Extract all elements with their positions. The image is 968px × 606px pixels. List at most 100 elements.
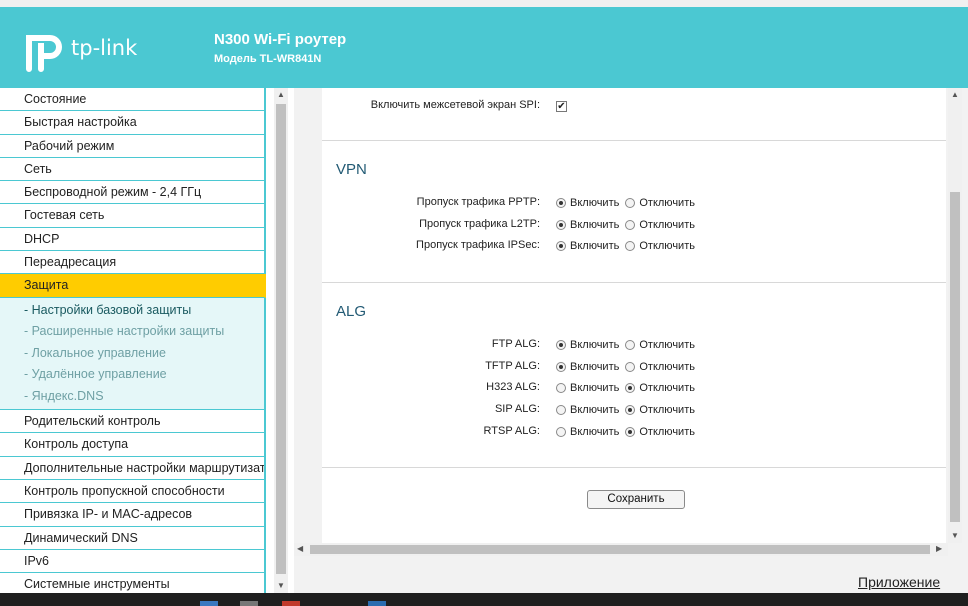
l2tp-label: Пропуск трафика L2TP: xyxy=(419,218,540,230)
sidebar-subitem-basic-security[interactable]: - Настройки базовой защиты xyxy=(0,300,264,322)
sidebar-item-ipv6[interactable]: IPv6 xyxy=(0,549,266,574)
h323-alg-disable-radio[interactable] xyxy=(625,383,636,393)
l2tp-disable-radio[interactable] xyxy=(625,220,636,230)
ftp-alg-disable-radio[interactable] xyxy=(625,340,636,350)
sidebar-item-security[interactable]: Защита xyxy=(0,274,266,298)
sip-alg-enable-label[interactable]: Включить xyxy=(570,404,619,416)
taskbar-app-icon[interactable] xyxy=(240,601,258,606)
ftp-alg-enable-radio[interactable] xyxy=(556,340,566,350)
main-frame: Включить межсетевой экран SPI: ✔ VPN Про… xyxy=(294,88,968,558)
sidebar-item-access-control[interactable]: Контроль доступа xyxy=(0,433,266,457)
model-title: N300 Wi-Fi роутер xyxy=(214,31,347,48)
sip-alg-row: SIP ALG: Включить Отключить xyxy=(322,401,946,419)
rtsp-alg-enable-radio[interactable] xyxy=(556,427,566,437)
taskbar-app-icon[interactable] xyxy=(282,601,300,606)
scroll-down-arrow-icon[interactable]: ▼ xyxy=(951,531,959,540)
h323-alg-enable-label[interactable]: Включить xyxy=(570,382,619,394)
main-horizontal-scrollbar[interactable]: ◀ ▶ xyxy=(294,543,948,556)
sidebar-item-bandwidth-control[interactable]: Контроль пропускной способности xyxy=(0,480,266,504)
save-button[interactable]: Сохранить xyxy=(587,490,685,509)
sidebar-item-network[interactable]: Сеть xyxy=(0,157,266,182)
section-divider xyxy=(322,467,946,468)
taskbar-app-icon[interactable] xyxy=(368,601,386,606)
sidebar-subitem-yandex-dns[interactable]: - Яндекс.DNS xyxy=(0,386,264,408)
sidebar-item-guest-network[interactable]: Гостевая сеть xyxy=(0,204,266,228)
rtsp-alg-label: RTSP ALG: xyxy=(483,425,540,437)
sip-alg-label: SIP ALG: xyxy=(494,403,540,415)
ftp-alg-row: FTP ALG: Включить Отключить xyxy=(322,336,946,354)
spi-firewall-row: Включить межсетевой экран SPI: ✔ xyxy=(322,97,946,115)
sip-alg-disable-label[interactable]: Отключить xyxy=(639,404,695,416)
sidebar-item-dhcp[interactable]: DHCP xyxy=(0,227,266,252)
l2tp-enable-label[interactable]: Включить xyxy=(570,219,619,231)
tftp-alg-disable-label[interactable]: Отключить xyxy=(639,361,695,373)
sidebar-scrollbar[interactable]: ▲ ▼ xyxy=(274,88,288,593)
pptp-enable-radio[interactable] xyxy=(556,198,566,208)
security-submenu: - Настройки базовой защиты - Расширенные… xyxy=(0,297,266,411)
l2tp-disable-label[interactable]: Отключить xyxy=(639,219,695,231)
rtsp-alg-row: RTSP ALG: Включить Отключить xyxy=(322,423,946,441)
sidebar-item-forwarding[interactable]: Переадресация xyxy=(0,251,266,275)
ipsec-disable-radio[interactable] xyxy=(625,241,636,251)
h323-alg-enable-radio[interactable] xyxy=(556,383,566,393)
sidebar-item-operation-mode[interactable]: Рабочий режим xyxy=(0,134,266,158)
l2tp-row: Пропуск трафика L2TP: Включить Отключить xyxy=(322,216,946,234)
sidebar-item-ip-mac-binding[interactable]: Привязка IP- и MAC-адресов xyxy=(0,503,266,527)
tftp-alg-row: TFTP ALG: Включить Отключить xyxy=(322,358,946,376)
security-settings-panel: Включить межсетевой экран SPI: ✔ VPN Про… xyxy=(322,88,946,543)
pptp-disable-label[interactable]: Отключить xyxy=(639,197,695,209)
ftp-alg-disable-label[interactable]: Отключить xyxy=(639,339,695,351)
h323-alg-disable-label[interactable]: Отключить xyxy=(639,382,695,394)
ftp-alg-label: FTP ALG: xyxy=(491,338,540,350)
ipsec-enable-label[interactable]: Включить xyxy=(570,240,619,252)
sidebar-scrollbar-thumb[interactable] xyxy=(276,104,286,574)
tp-link-logo-icon xyxy=(26,35,62,72)
scroll-up-arrow-icon[interactable]: ▲ xyxy=(277,90,285,99)
vpn-section-title: VPN xyxy=(336,161,367,178)
taskbar-app-icon[interactable] xyxy=(200,601,218,606)
scroll-left-arrow-icon[interactable]: ◀ xyxy=(297,544,303,553)
tp-link-logo[interactable]: tp-link xyxy=(22,29,152,79)
rtsp-alg-disable-label[interactable]: Отключить xyxy=(639,426,695,438)
ipsec-disable-label[interactable]: Отключить xyxy=(639,240,695,252)
rtsp-alg-disable-radio[interactable] xyxy=(625,427,636,437)
sidebar-item-advanced-routing[interactable]: Дополнительные настройки маршрутизатора xyxy=(0,456,266,481)
ipsec-enable-radio[interactable] xyxy=(556,241,566,251)
sidebar-menu: Состояние Быстрая настройка Рабочий режи… xyxy=(0,88,266,593)
window-top-strip xyxy=(0,0,968,7)
ipsec-row: Пропуск трафика IPSec: Включить Отключит… xyxy=(322,237,946,255)
scroll-right-arrow-icon[interactable]: ▶ xyxy=(936,544,942,553)
sidebar-item-status[interactable]: Состояние xyxy=(0,88,266,112)
sip-alg-disable-radio[interactable] xyxy=(625,405,636,415)
tftp-alg-enable-radio[interactable] xyxy=(556,362,566,372)
sidebar-item-system-tools[interactable]: Системные инструменты xyxy=(0,573,266,593)
sidebar-item-quick-setup[interactable]: Быстрая настройка xyxy=(0,111,266,135)
sip-alg-enable-radio[interactable] xyxy=(556,405,566,415)
main-vertical-scrollbar[interactable]: ▲ ▼ xyxy=(948,88,962,543)
sidebar-subitem-advanced-security[interactable]: - Расширенные настройки защиты xyxy=(0,321,264,343)
main-scrollbar-thumb[interactable] xyxy=(950,192,960,522)
sidebar-item-wireless[interactable]: Беспроводной режим - 2,4 ГГц xyxy=(0,181,266,205)
rtsp-alg-enable-label[interactable]: Включить xyxy=(570,426,619,438)
alg-section-title: ALG xyxy=(336,303,367,320)
pptp-disable-radio[interactable] xyxy=(625,198,636,208)
l2tp-enable-radio[interactable] xyxy=(556,220,566,230)
tftp-alg-enable-label[interactable]: Включить xyxy=(570,361,619,373)
spi-firewall-label: Включить межсетевой экран SPI: xyxy=(370,99,540,111)
spi-firewall-checkbox[interactable]: ✔ xyxy=(556,100,567,112)
pptp-label: Пропуск трафика PPTP: xyxy=(416,196,540,208)
sidebar-item-parental-control[interactable]: Родительский контроль xyxy=(0,410,266,434)
pptp-enable-label[interactable]: Включить xyxy=(570,197,619,209)
h323-alg-label: H323 ALG: xyxy=(486,381,540,393)
scroll-down-arrow-icon[interactable]: ▼ xyxy=(277,581,285,590)
app-link[interactable]: Приложение xyxy=(858,574,940,590)
sidebar-subitem-local-management[interactable]: - Локальное управление xyxy=(0,343,264,365)
tftp-alg-label: TFTP ALG: xyxy=(485,360,540,372)
ftp-alg-enable-label[interactable]: Включить xyxy=(570,339,619,351)
router-header: tp-link N300 Wi-Fi роутер Модель TL-WR84… xyxy=(0,7,968,88)
sidebar-subitem-remote-management[interactable]: - Удалённое управление xyxy=(0,364,264,386)
horizontal-scrollbar-thumb[interactable] xyxy=(310,545,930,554)
tftp-alg-disable-radio[interactable] xyxy=(625,362,636,372)
sidebar-item-dynamic-dns[interactable]: Динамический DNS xyxy=(0,526,266,550)
scroll-up-arrow-icon[interactable]: ▲ xyxy=(951,90,959,99)
